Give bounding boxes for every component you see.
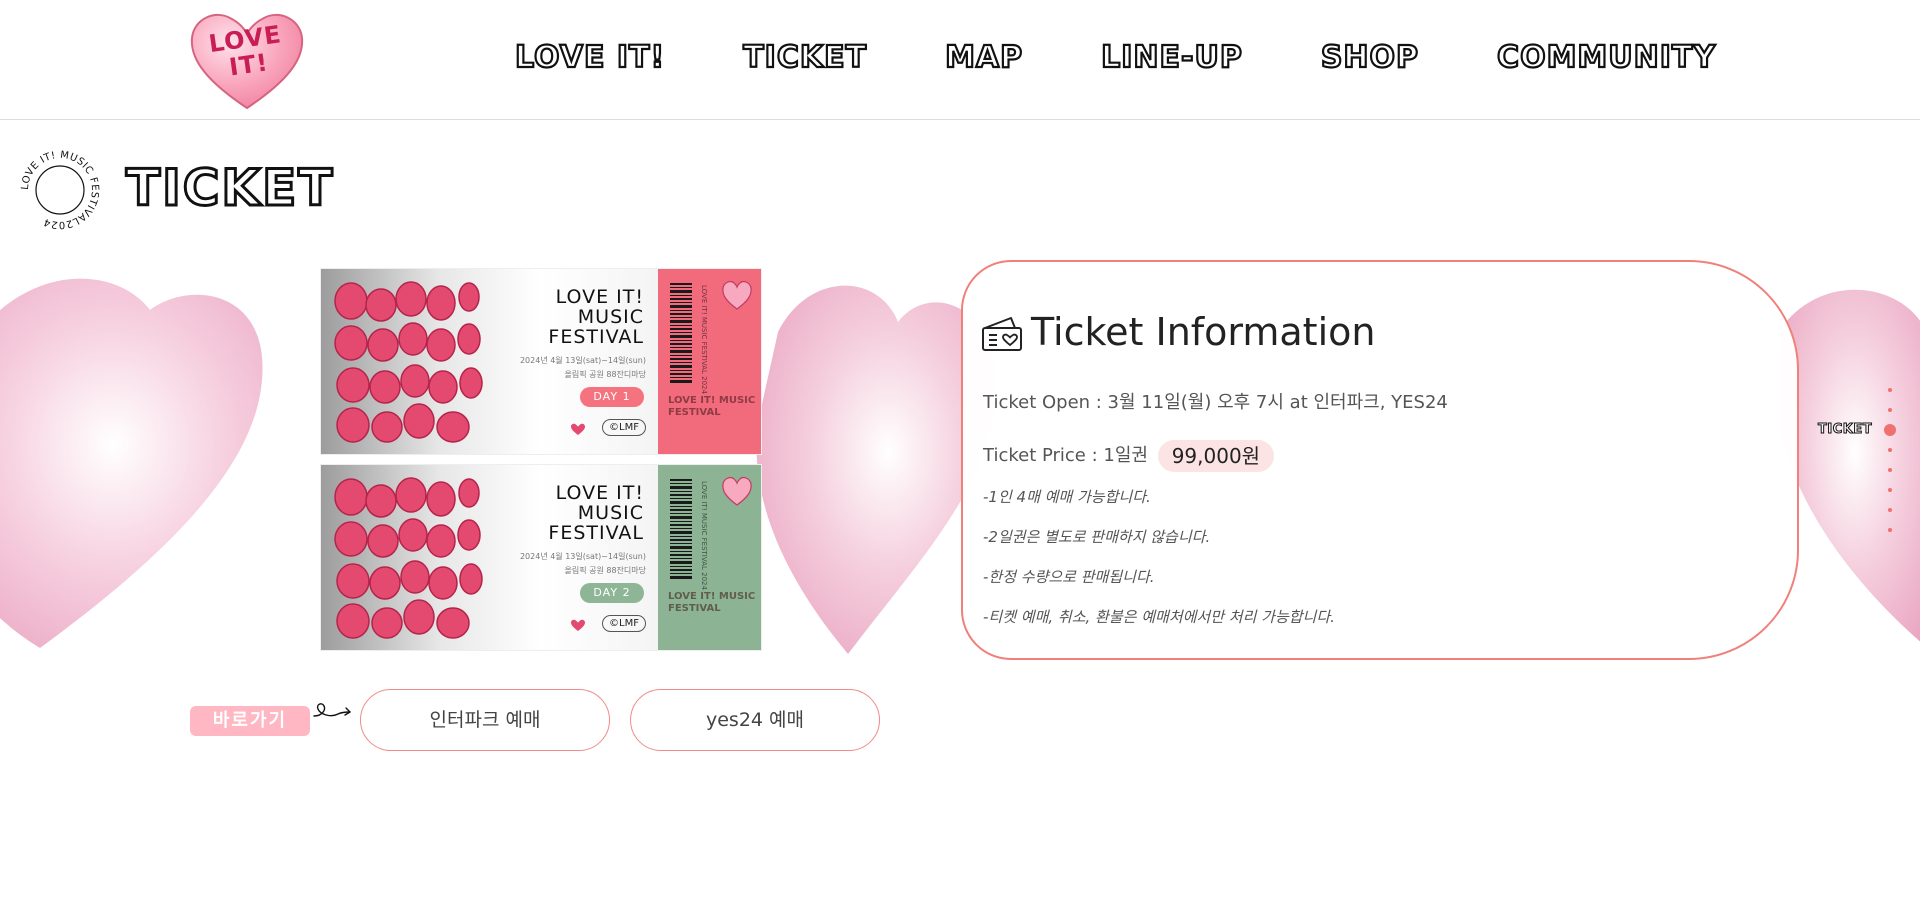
side-nav-dot[interactable] bbox=[1888, 528, 1892, 532]
ticket-brand: ©LMF bbox=[602, 419, 646, 436]
shortcut-label: 바로가기 bbox=[190, 706, 310, 736]
ticket-price-row: Ticket Price : 1일권 99,000원 bbox=[983, 438, 1275, 474]
ticket-day-badge: DAY 1 bbox=[580, 387, 644, 407]
bubble-lettering-art bbox=[334, 477, 483, 639]
festival-logo[interactable]: LOVE IT! bbox=[188, 8, 306, 112]
ticket-day-badge: DAY 2 bbox=[580, 583, 644, 603]
nav-community[interactable]: COMMUNITY bbox=[1496, 36, 1716, 80]
stub-heart-logo-icon bbox=[722, 281, 752, 310]
interpark-booking-button[interactable]: 인터파크 예매 bbox=[360, 689, 610, 751]
ticket-date: 2024년 4월 13일(sat)~14일(sun) bbox=[519, 552, 646, 561]
info-note: -2일권은 별도로 판매하지 않습니다. bbox=[983, 528, 1211, 546]
ticket-venue: 올림픽 공원 88잔디마당 bbox=[564, 370, 646, 379]
barcode-icon bbox=[670, 479, 692, 579]
stub-text: LOVE IT! MUSIC FESTIVAL bbox=[668, 591, 756, 614]
ticket-day1: LOVE IT! MUSIC FESTIVAL 2024년 4월 13일(sat… bbox=[320, 268, 762, 455]
ticket-venue: 올림픽 공원 88잔디마당 bbox=[564, 566, 646, 575]
ticket-price-value: 99,000원 bbox=[1157, 440, 1275, 472]
stub-vertical-text: LOVE IT! MUSIC FESTIVAL 2024 bbox=[700, 481, 708, 590]
ticket-brand: ©LMF bbox=[602, 615, 646, 632]
page-title: TICKET bbox=[124, 158, 335, 219]
small-heart-icon bbox=[571, 619, 585, 631]
badge-ring-text: LOVE IT! MUSIC FESTIVAL2024 bbox=[20, 150, 100, 230]
ticket-open-text: Ticket Open : 3월 11일(월) 오후 7시 at 인터파크, Y… bbox=[983, 392, 1448, 413]
ticket-title-line2: MUSIC bbox=[577, 502, 644, 524]
stub-vertical-text: LOVE IT! MUSIC FESTIVAL 2024 bbox=[700, 285, 708, 394]
side-nav-dot[interactable] bbox=[1888, 508, 1892, 512]
site-header: LOVE IT! LOVE IT! TICKET MAP LINE-UP SHO… bbox=[0, 0, 1920, 120]
ticket-title-line3: FESTIVAL bbox=[548, 326, 644, 348]
ticket-info-card: Ticket Information Ticket Open : 3월 11일(… bbox=[961, 260, 1799, 660]
ticket-icon bbox=[982, 317, 1022, 351]
ticket-title: LOVE IT! MUSIC FESTIVAL bbox=[548, 287, 644, 347]
info-note: -티켓 예매, 취소, 환불은 예매처에서만 처리 가능합니다. bbox=[983, 608, 1335, 626]
ticket-title-line2: MUSIC bbox=[577, 306, 644, 328]
doodle-arrow-icon bbox=[313, 703, 351, 717]
info-title: Ticket Information bbox=[1031, 310, 1376, 354]
side-nav-dot[interactable] bbox=[1888, 468, 1892, 472]
ticket-main: LOVE IT! MUSIC FESTIVAL 2024년 4월 13일(sat… bbox=[321, 465, 658, 650]
background-heart-left bbox=[0, 278, 263, 648]
ticket-price-label: Ticket Price : 1일권 bbox=[983, 445, 1148, 466]
ticket-main: LOVE IT! MUSIC FESTIVAL 2024년 4월 13일(sat… bbox=[321, 269, 658, 454]
nav-ticket[interactable]: TICKET bbox=[742, 36, 867, 80]
nav-map[interactable]: MAP bbox=[944, 36, 1023, 80]
nav-shop[interactable]: SHOP bbox=[1320, 36, 1419, 80]
side-nav-label: TICKET bbox=[1817, 422, 1873, 438]
ticket-title: LOVE IT! MUSIC FESTIVAL bbox=[548, 483, 644, 543]
nav-line-up[interactable]: LINE-UP bbox=[1100, 36, 1243, 80]
ticket-stub: LOVE IT! MUSIC FESTIVAL 2024 LOVE IT! MU… bbox=[658, 465, 761, 650]
info-note: -1인 4매 예매 가능합니다. bbox=[983, 488, 1151, 506]
ticket-title-line3: FESTIVAL bbox=[548, 522, 644, 544]
ticket-title-line1: LOVE IT! bbox=[555, 286, 644, 308]
side-nav-dot[interactable] bbox=[1888, 388, 1892, 392]
side-nav-dot[interactable] bbox=[1888, 488, 1892, 492]
nav-love-it[interactable]: LOVE IT! bbox=[514, 36, 665, 80]
stub-text: LOVE IT! MUSIC FESTIVAL bbox=[668, 395, 756, 418]
ticket-date: 2024년 4월 13일(sat)~14일(sun) bbox=[519, 356, 646, 365]
svg-text:LOVE IT! MUSIC FESTIVAL2024: LOVE IT! MUSIC FESTIVAL2024 bbox=[20, 150, 100, 230]
rotating-badge-icon: LOVE IT! MUSIC FESTIVAL2024 bbox=[20, 150, 100, 230]
ticket-title-line1: LOVE IT! bbox=[555, 482, 644, 504]
side-nav-dot[interactable] bbox=[1888, 408, 1892, 412]
bubble-lettering-art bbox=[334, 281, 483, 443]
stub-heart-logo-icon bbox=[722, 477, 752, 506]
main-nav: LOVE IT! TICKET MAP LINE-UP SHOP COMMUNI… bbox=[514, 36, 1716, 80]
ticket-day2: LOVE IT! MUSIC FESTIVAL 2024년 4월 13일(sat… bbox=[320, 464, 762, 651]
side-nav-dot[interactable] bbox=[1888, 448, 1892, 452]
yes24-booking-button[interactable]: yes24 예매 bbox=[630, 689, 880, 751]
side-nav-dot-active[interactable] bbox=[1884, 424, 1896, 436]
barcode-icon bbox=[670, 283, 692, 383]
small-heart-icon bbox=[571, 423, 585, 435]
info-note: -한정 수량으로 판매됩니다. bbox=[983, 568, 1155, 586]
ticket-stub: LOVE IT! MUSIC FESTIVAL 2024 LOVE IT! MU… bbox=[658, 269, 761, 454]
